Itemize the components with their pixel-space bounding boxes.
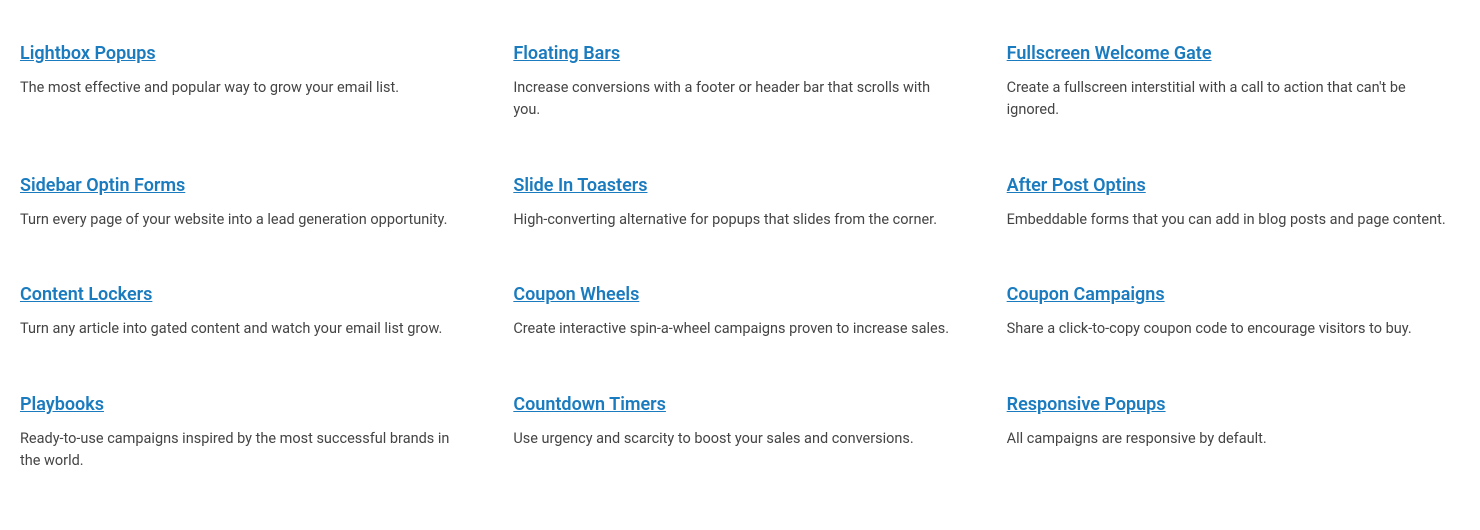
feature-link-5[interactable]: After Post Optins: [1007, 172, 1146, 199]
feature-desc-1: Increase conversions with a footer or he…: [513, 77, 956, 122]
feature-desc-0: The most effective and popular way to gr…: [20, 77, 463, 99]
feature-desc-3: Turn every page of your website into a l…: [20, 209, 463, 231]
feature-link-4[interactable]: Slide In Toasters: [513, 172, 647, 199]
feature-desc-7: Create interactive spin-a-wheel campaign…: [513, 318, 956, 340]
feature-cell: Countdown Timers Use urgency and scarcity…: [493, 371, 986, 503]
feature-link-10[interactable]: Countdown Timers: [513, 391, 666, 418]
feature-desc-8: Share a click-to-copy coupon code to enc…: [1007, 318, 1450, 340]
feature-desc-9: Ready-to-use campaigns inspired by the m…: [20, 428, 463, 473]
feature-desc-6: Turn any article into gated content and …: [20, 318, 463, 340]
feature-cell: Slide In Toasters High-converting alterna…: [493, 152, 986, 261]
feature-cell: Fullscreen Welcome Gate Create a fullscre…: [987, 20, 1480, 152]
feature-desc-10: Use urgency and scarcity to boost your s…: [513, 428, 956, 450]
feature-link-1[interactable]: Floating Bars: [513, 40, 620, 67]
feature-cell: After Post Optins Embeddable forms that y…: [987, 152, 1480, 261]
feature-link-2[interactable]: Fullscreen Welcome Gate: [1007, 40, 1212, 67]
feature-link-3[interactable]: Sidebar Optin Forms: [20, 172, 185, 199]
feature-cell: Sidebar Optin Forms Turn every page of yo…: [0, 152, 493, 261]
feature-cell: Playbooks Ready-to-use campaigns inspired…: [0, 371, 493, 503]
feature-cell: Content Lockers Turn any article into gat…: [0, 261, 493, 370]
feature-link-7[interactable]: Coupon Wheels: [513, 281, 639, 308]
feature-cell: Responsive Popups All campaigns are respo…: [987, 371, 1480, 503]
feature-link-9[interactable]: Playbooks: [20, 391, 104, 418]
feature-desc-4: High-converting alternative for popups t…: [513, 209, 956, 231]
feature-link-11[interactable]: Responsive Popups: [1007, 391, 1166, 418]
feature-desc-2: Create a fullscreen interstitial with a …: [1007, 77, 1450, 122]
feature-link-8[interactable]: Coupon Campaigns: [1007, 281, 1165, 308]
feature-link-6[interactable]: Content Lockers: [20, 281, 152, 308]
feature-cell: Lightbox Popups The most effective and po…: [0, 20, 493, 152]
feature-link-0[interactable]: Lightbox Popups: [20, 40, 156, 67]
feature-desc-11: All campaigns are responsive by default.: [1007, 428, 1450, 450]
feature-desc-5: Embeddable forms that you can add in blo…: [1007, 209, 1450, 231]
feature-grid: Lightbox Popups The most effective and po…: [0, 0, 1480, 523]
feature-cell: Floating Bars Increase conversions with a…: [493, 20, 986, 152]
feature-cell: Coupon Campaigns Share a click-to-copy co…: [987, 261, 1480, 370]
feature-cell: Coupon Wheels Create interactive spin-a-w…: [493, 261, 986, 370]
